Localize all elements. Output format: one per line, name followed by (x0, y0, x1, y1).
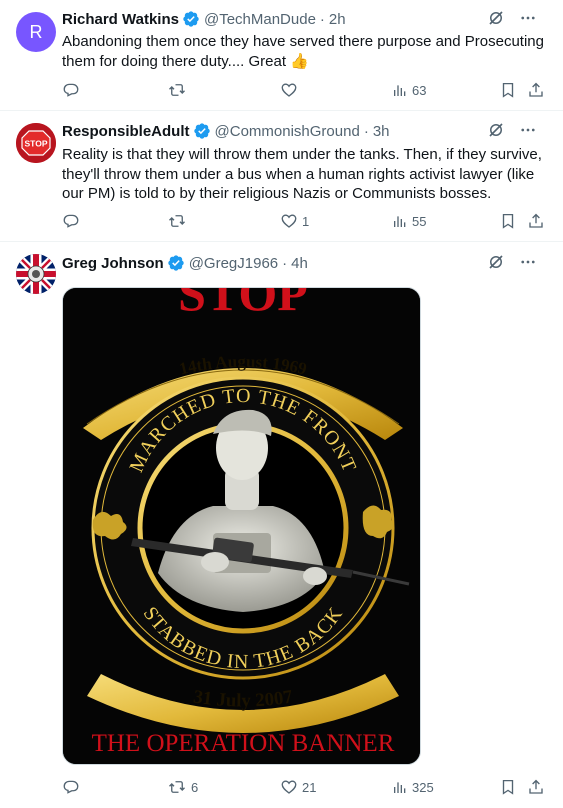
verified-badge-icon (193, 123, 210, 139)
bookmark-button[interactable] (499, 777, 517, 797)
heart-icon (281, 83, 297, 97)
svg-text:STOP: STOP (25, 139, 48, 149)
timestamp[interactable]: 4h (291, 255, 308, 272)
reply-button[interactable] (62, 211, 84, 231)
views-button[interactable]: 55 (392, 211, 426, 231)
tweet-header: ResponsibleAdult @CommonishGround · 3h (62, 121, 551, 141)
like-button[interactable] (280, 80, 302, 100)
bookmark-icon (502, 779, 514, 795)
share-icon (529, 779, 543, 794)
operation-banner-poster: STOP 14th August 1969 MARCHED TO THE FRO… (63, 288, 420, 764)
grok-icon[interactable] (487, 253, 505, 271)
svg-text:STOP: STOP (178, 288, 308, 321)
views-icon (394, 216, 406, 227)
grok-icon[interactable] (487, 9, 505, 27)
separator-dot: · (282, 254, 288, 272)
grok-icon[interactable] (487, 121, 505, 139)
timeline-feed: R Richard Watkins @TechManDude · 2h Aban… (0, 0, 563, 808)
repost-icon (169, 215, 185, 227)
like-count: 1 (302, 213, 310, 229)
reply-icon (63, 780, 79, 794)
views-button[interactable]: 325 (392, 777, 434, 797)
header-icons (487, 253, 537, 271)
svg-text:THE OPERATION BANNER: THE OPERATION BANNER (92, 730, 395, 757)
heart-icon (281, 780, 297, 794)
display-name[interactable]: ResponsibleAdult (62, 123, 190, 140)
tweet-actions: 6 21 325 (62, 777, 547, 797)
repost-button[interactable] (167, 80, 191, 100)
avatar[interactable]: R (16, 12, 56, 52)
share-icon (529, 82, 543, 97)
repost-icon (169, 781, 185, 793)
avatar-letter: R (29, 21, 43, 42)
separator-dot: · (319, 10, 325, 28)
header-icons (487, 9, 537, 27)
bookmark-icon (502, 213, 514, 229)
view-count: 55 (412, 213, 427, 229)
more-options-icon[interactable] (519, 253, 537, 271)
tweet[interactable]: STOP ResponsibleAdult @CommonishGround ·… (0, 111, 563, 242)
share-button[interactable] (527, 777, 545, 797)
header-icons (487, 121, 537, 139)
display-name[interactable]: Richard Watkins (62, 11, 179, 28)
views-icon (394, 85, 406, 96)
verified-badge-icon (183, 11, 199, 27)
tweet-media-image[interactable]: STOP 14th August 1969 MARCHED TO THE FRO… (62, 287, 421, 765)
stop-sign-avatar-icon: STOP (16, 123, 56, 163)
bookmark-icon (502, 82, 514, 98)
more-options-icon[interactable] (519, 9, 537, 27)
tweet[interactable]: R Richard Watkins @TechManDude · 2h Aban… (0, 0, 563, 111)
separator-dot: · (363, 122, 369, 140)
reply-icon (63, 83, 79, 97)
handle[interactable]: @CommonishGround (215, 123, 360, 140)
repost-icon (169, 84, 185, 96)
avatar[interactable] (16, 254, 56, 294)
share-button[interactable] (527, 211, 545, 231)
bookmark-button[interactable] (499, 80, 517, 100)
tweet-actions: 1 55 (62, 211, 547, 231)
tweet-header: Richard Watkins @TechManDude · 2h (62, 9, 551, 29)
bookmark-button[interactable] (499, 211, 517, 231)
share-button[interactable] (527, 80, 545, 100)
like-button[interactable]: 1 (280, 211, 309, 231)
like-button[interactable]: 21 (280, 777, 316, 797)
tweet-text: Abandoning them once they have served th… (62, 33, 544, 70)
reply-button[interactable] (62, 80, 84, 100)
view-count: 325 (412, 779, 434, 795)
repost-count: 6 (191, 779, 199, 795)
share-icon (529, 213, 543, 228)
repost-button[interactable] (167, 211, 191, 231)
views-icon (394, 782, 406, 793)
reply-button[interactable] (62, 777, 84, 797)
more-options-icon[interactable] (519, 121, 537, 139)
timestamp[interactable]: 3h (373, 123, 390, 140)
reply-icon (63, 214, 79, 228)
views-button[interactable]: 63 (392, 80, 426, 100)
union-flag-avatar-icon (16, 254, 56, 294)
display-name[interactable]: Greg Johnson (62, 255, 164, 272)
heart-icon (281, 214, 297, 228)
repost-button[interactable]: 6 (167, 777, 198, 797)
handle[interactable]: @GregJ1966 (189, 255, 278, 272)
tweet-actions: 63 (62, 80, 547, 100)
tweet-text: Reality is that they will throw them und… (62, 146, 542, 202)
tweet-header: Greg Johnson @GregJ1966 · 4h (62, 253, 551, 273)
handle[interactable]: @TechManDude (204, 11, 316, 28)
view-count: 63 (412, 82, 427, 98)
avatar[interactable]: STOP (16, 123, 56, 163)
timestamp[interactable]: 2h (329, 11, 346, 28)
like-count: 21 (302, 779, 317, 795)
verified-badge-icon (168, 255, 184, 271)
